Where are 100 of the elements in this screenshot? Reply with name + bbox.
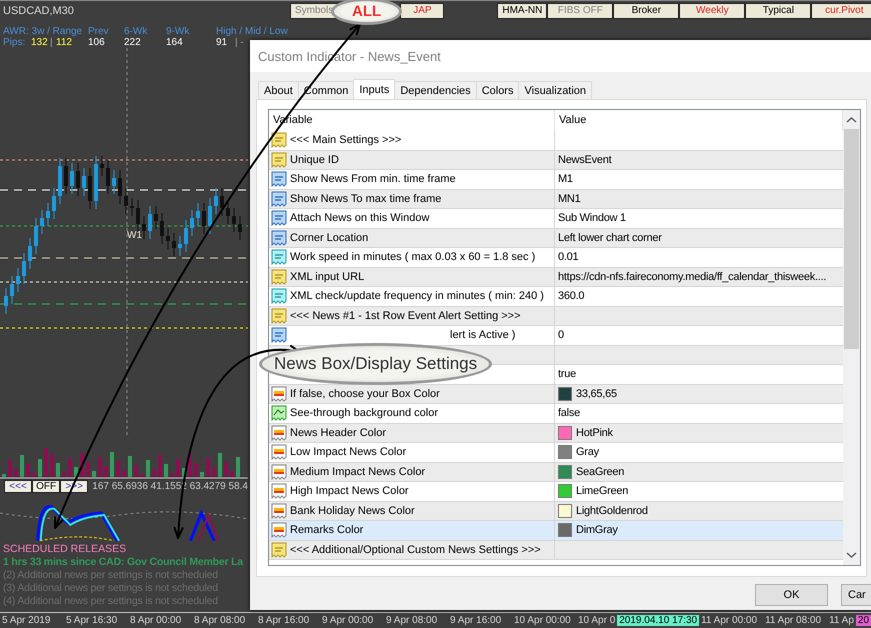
input-row[interactable]: Remarks Color DimGray xyxy=(269,521,843,540)
volume-bar xyxy=(92,471,96,477)
nav-button[interactable]: <<< xyxy=(4,480,32,492)
input-row[interactable]: Show News To max time frame MN1 xyxy=(269,190,843,209)
input-row[interactable]: <<< Main Settings >>> xyxy=(269,131,843,150)
input-row[interactable]: Show News From min. time frame M1 xyxy=(269,170,843,190)
dialog-button[interactable]: Car xyxy=(841,584,871,606)
news-line: 1 hrs 33 mins since CAD: Gov Council Member La xyxy=(3,556,244,569)
variable-name: Show News To max time frame xyxy=(290,192,442,205)
number-type-icon xyxy=(271,190,287,207)
variable-name: Bank Holiday News Color xyxy=(290,504,415,517)
volume-bar xyxy=(26,464,30,477)
input-row[interactable]: XML check/update frequency in minutes ( min: 240 ) 360.0 xyxy=(269,287,843,306)
news-title: SCHEDULED RELEASES xyxy=(3,543,128,556)
nav-button[interactable]: OFF xyxy=(32,480,60,492)
candle xyxy=(112,170,116,194)
palette-type-icon xyxy=(271,464,287,480)
string-type-icon xyxy=(271,308,287,324)
candle xyxy=(52,188,56,220)
candle xyxy=(232,208,236,232)
string-type-icon xyxy=(271,132,287,148)
candle xyxy=(220,188,224,216)
input-row[interactable]: If false, choose your Box Color 33,65,65 xyxy=(269,384,843,404)
input-row[interactable]: News Header Color HotPink xyxy=(269,424,843,443)
input-row[interactable]: <<< News #1 - 1st Row Event Alert Setting >>> xyxy=(269,306,843,326)
volume-bar xyxy=(182,468,186,477)
chart-toolbar-button[interactable]: JAP xyxy=(400,2,444,18)
volume-bar xyxy=(158,455,162,477)
palette-type-icon xyxy=(271,502,287,519)
volume-bar xyxy=(230,471,234,477)
time-axis-label: 5 Apr 2019 xyxy=(1,615,52,626)
pips-value: Pips: xyxy=(3,37,26,48)
volume-bar xyxy=(62,472,66,477)
volume-bar xyxy=(98,457,102,477)
pips-value: 112 xyxy=(56,37,73,48)
variable-name: High Impact News Color xyxy=(290,485,409,498)
volume-bar xyxy=(194,463,198,477)
input-row[interactable]: Low Impact News Color Gray xyxy=(269,443,843,462)
variable-name: lert is Active ) xyxy=(449,329,516,342)
candle xyxy=(214,188,218,214)
volume-bar xyxy=(224,462,228,477)
volume-bar xyxy=(128,456,132,477)
input-row[interactable]: High Impact News Color LimeGreen xyxy=(269,482,843,502)
candle xyxy=(10,276,14,304)
input-row[interactable]: Medium Impact News Color SeaGreen xyxy=(269,462,843,482)
chart-toolbar-button[interactable]: Weekly xyxy=(679,2,746,18)
variable-name: Medium Impact News Color xyxy=(290,466,426,478)
input-row[interactable]: <<< Additional/Optional Custom News Settings >>> xyxy=(269,540,843,560)
input-row[interactable]: Corner Location Left lower chart corner xyxy=(269,228,843,248)
volume-bar xyxy=(146,460,150,477)
pips-value: 164 xyxy=(166,37,184,48)
number-type-icon xyxy=(271,230,287,246)
variable-value: LightGoldenrod xyxy=(576,504,648,517)
variable-value: Sub Window 1 xyxy=(558,212,626,224)
variable-name: Unique ID xyxy=(290,154,339,166)
input-row[interactable]: Bank Holiday News Color LightGoldenrod xyxy=(269,502,843,521)
level-label: W1 xyxy=(127,230,142,241)
volume-bar xyxy=(2,474,6,477)
candle xyxy=(226,200,230,224)
time-axis-label: 11 Ap xyxy=(828,615,855,626)
pips-value: 222 xyxy=(124,37,142,48)
candle xyxy=(196,202,200,226)
variable-value: 0 xyxy=(558,329,564,342)
chart-toolbar-button[interactable]: cur.Pivot xyxy=(811,2,871,18)
volume-bar xyxy=(218,453,222,477)
dialog-tab[interactable]: About xyxy=(258,81,299,100)
candle xyxy=(124,188,128,214)
input-row[interactable]: Unique ID NewsEvent xyxy=(269,150,843,170)
variable-value: https://cdn-nfs.faireconomy.media/ff_calendar_thisweek.... xyxy=(558,270,826,283)
input-row[interactable]: Attach News on this Window Sub Window 1 xyxy=(269,209,843,228)
chart-toolbar-button[interactable]: Broker xyxy=(613,2,680,18)
time-axis-label: 10 Apr 0 xyxy=(577,615,616,626)
candle xyxy=(148,206,152,240)
candle xyxy=(190,210,194,236)
palette-type-icon xyxy=(271,424,287,441)
palette-type-icon xyxy=(271,386,287,402)
chart-toolbar-button[interactable]: Typical xyxy=(745,2,812,18)
chart-toolbar-button[interactable]: HMA-NN xyxy=(497,2,548,18)
candle xyxy=(154,206,158,230)
candle xyxy=(82,168,86,196)
volume-bar xyxy=(20,455,24,477)
volume-bar xyxy=(80,453,84,477)
variable-name: News Header Color xyxy=(290,426,386,439)
candle xyxy=(94,156,98,210)
dialog-tab[interactable]: Inputs xyxy=(353,79,396,100)
dialog-tab[interactable]: Visualization xyxy=(518,81,592,100)
number-type-icon xyxy=(271,210,287,226)
input-row[interactable]: See-through background color false xyxy=(269,404,843,424)
time-axis-label: 8 Apr 16:00 xyxy=(257,615,310,626)
candle xyxy=(40,210,44,234)
input-row[interactable]: XML input URL https://cdn-nfs.faireconomy.media/ff_calendar_thisweek.... xyxy=(269,268,843,287)
dialog-button[interactable]: OK xyxy=(755,584,828,606)
pips-value: | xyxy=(50,37,54,48)
variable-value: Gray xyxy=(576,446,599,458)
candle xyxy=(70,162,74,194)
input-row[interactable]: lert is Active ) 0 xyxy=(269,326,843,346)
string-type-icon xyxy=(271,542,287,558)
candle xyxy=(106,160,110,194)
input-row[interactable]: Work speed in minutes ( max 0.03 x 60 = 1.8 sec ) 0.01 xyxy=(269,248,843,268)
pips-value: 91 xyxy=(216,37,228,48)
